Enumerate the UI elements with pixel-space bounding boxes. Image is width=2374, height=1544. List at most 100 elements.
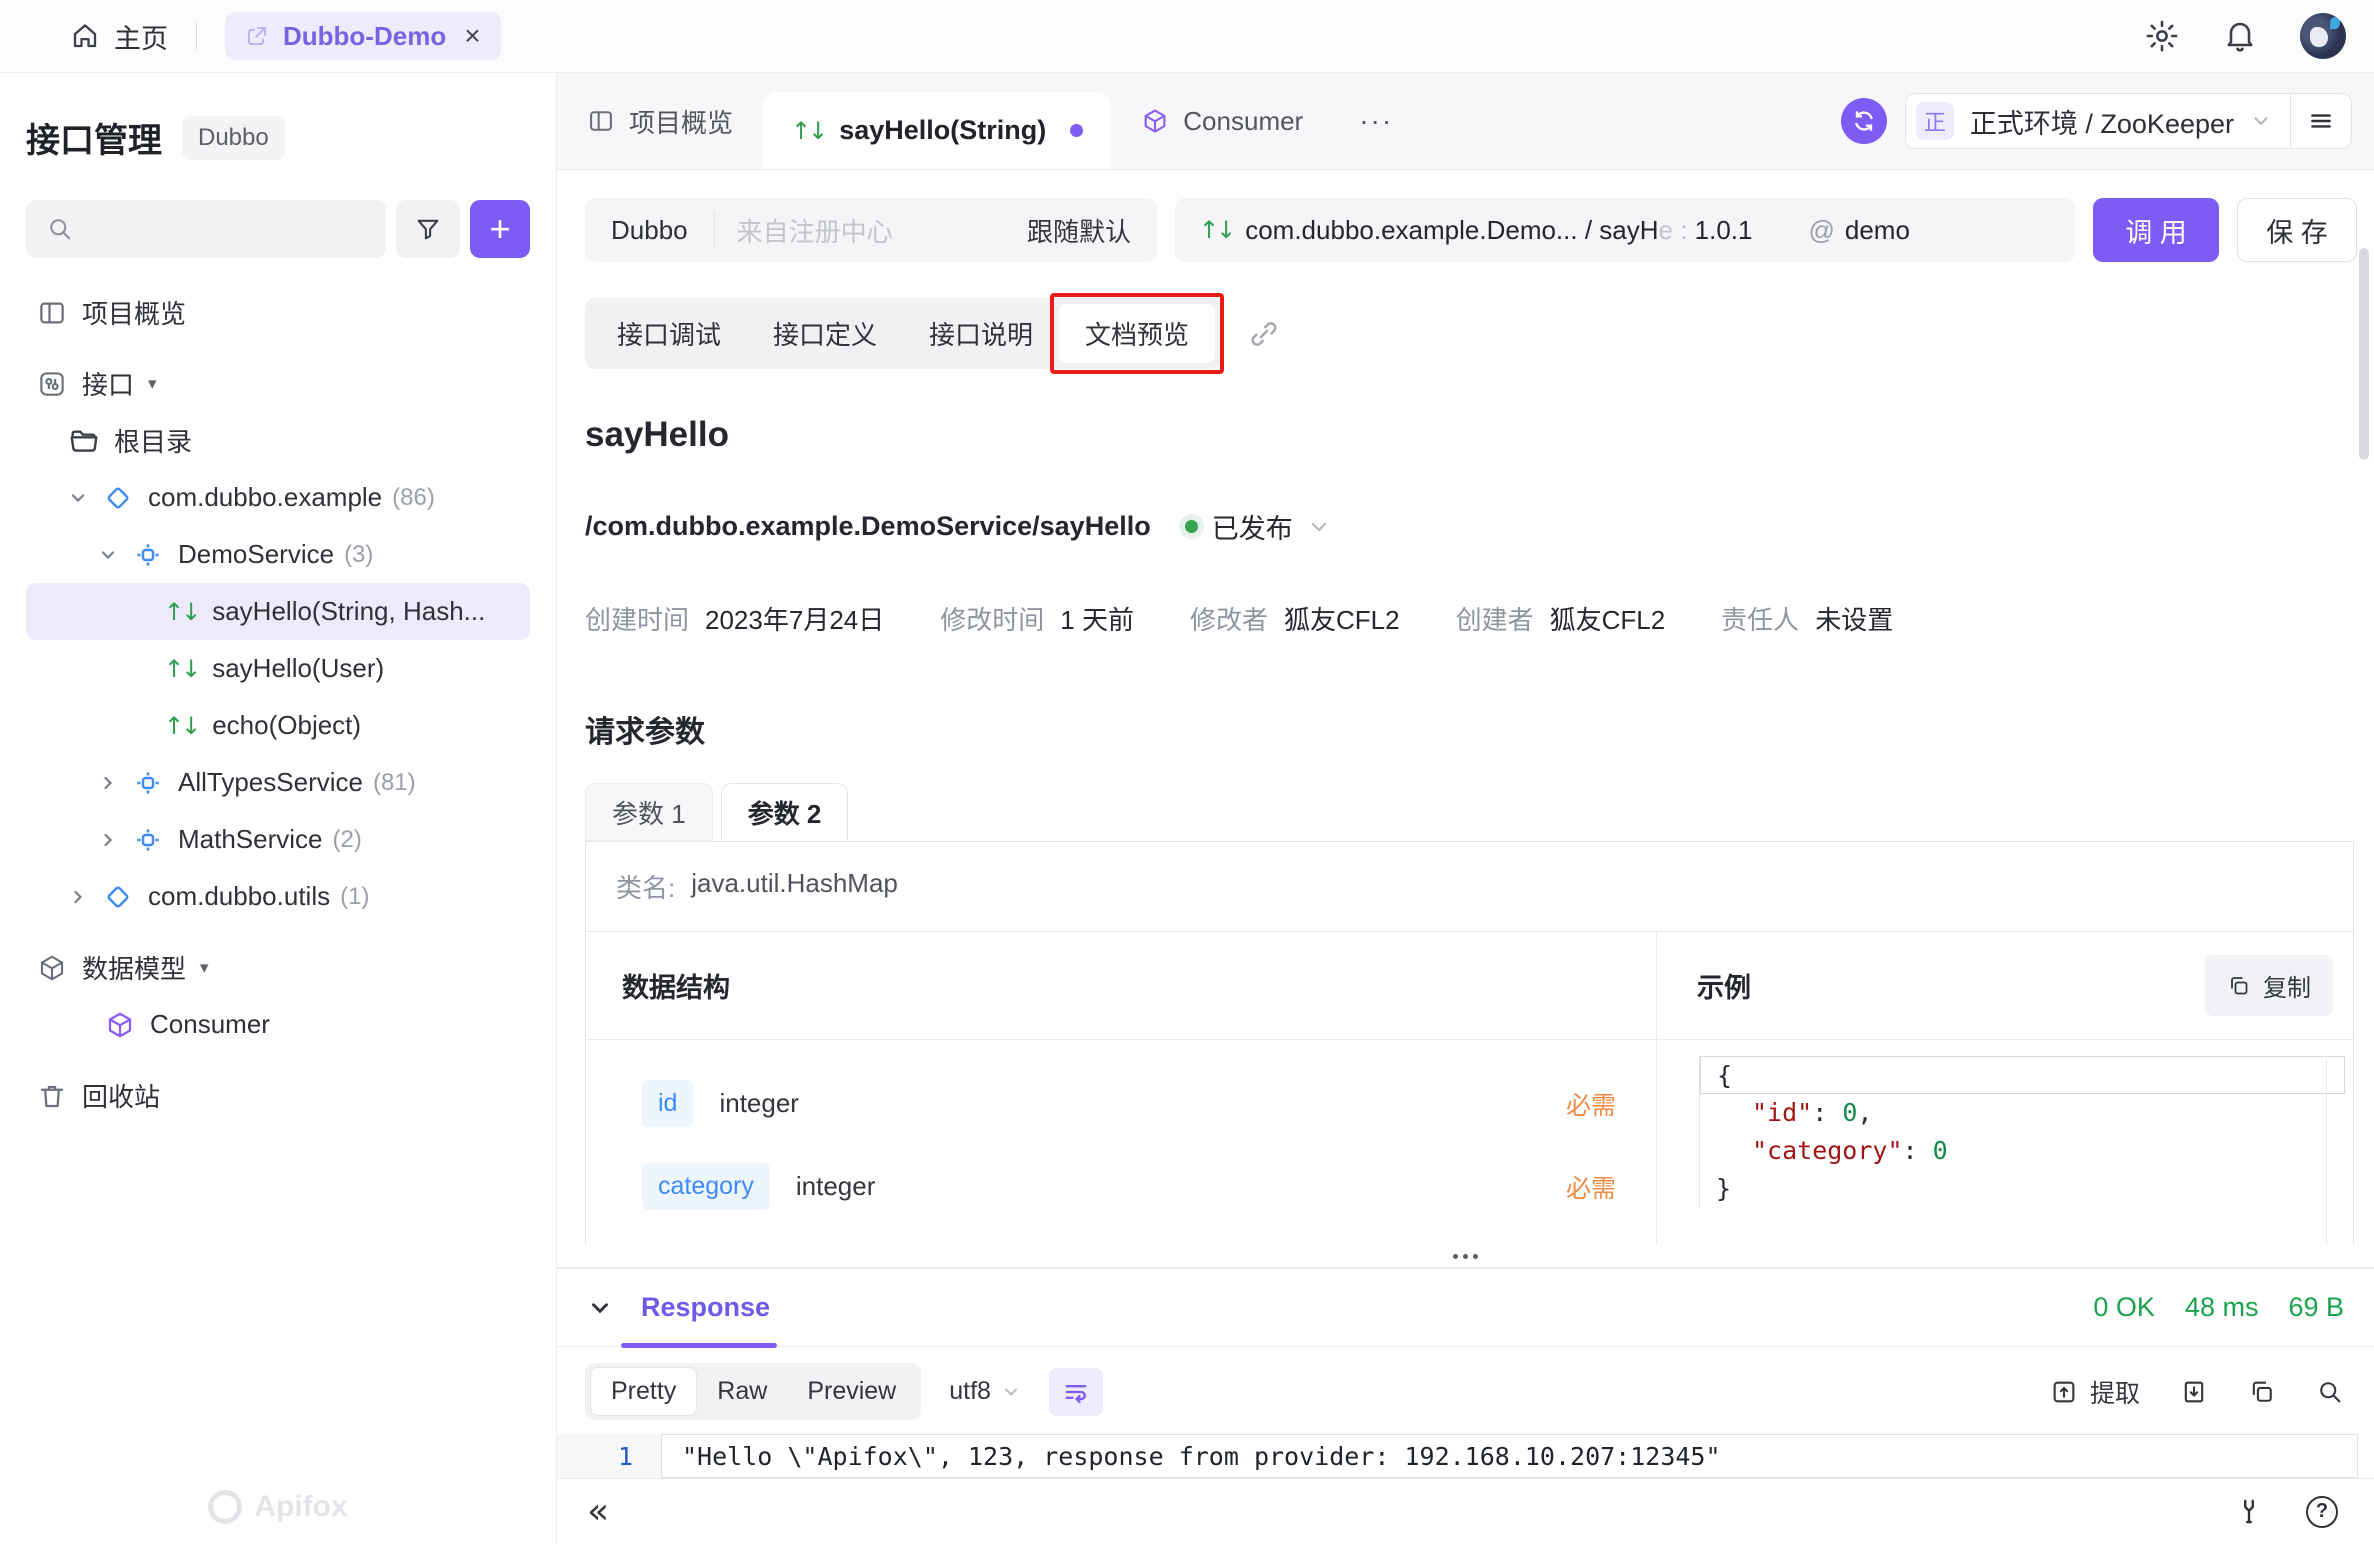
chevron-right-icon[interactable] xyxy=(98,830,126,850)
service-path-input[interactable]: ↑↓ com.dubbo.example.Demo... / sayHe : 1… xyxy=(1175,198,2075,262)
bell-icon[interactable] xyxy=(2222,18,2258,54)
tab-api-debug[interactable]: 接口调试 xyxy=(591,304,747,363)
unsaved-dot xyxy=(1070,124,1083,137)
response-time: 48 ms xyxy=(2185,1292,2259,1323)
api-path-row: /com.dubbo.example.DemoService/sayHello … xyxy=(585,507,2354,546)
caret-down-icon[interactable]: ▾ xyxy=(200,958,209,978)
tab-api-definition[interactable]: 接口定义 xyxy=(747,304,903,363)
follow-default-select[interactable]: 跟随默认 xyxy=(1001,212,1157,249)
response-tab[interactable]: Response xyxy=(641,1292,770,1323)
folder-icon xyxy=(68,425,100,457)
sidebar-item-root-folder[interactable]: 根目录 xyxy=(26,412,530,469)
response-header: Response 0 OK 48 ms 69 B xyxy=(557,1269,2374,1347)
publish-status[interactable]: 已发布 xyxy=(1185,507,1331,546)
response-toolbar: Pretty Raw Preview utf8 提取 xyxy=(585,1363,2344,1420)
sidebar-item-echo-object[interactable]: ↑↓ echo(Object) xyxy=(26,697,530,754)
help-icon[interactable]: ? xyxy=(2306,1496,2338,1528)
example-code[interactable]: { "id": 0, "category": 0 } xyxy=(1699,1056,2345,1208)
encoding-select[interactable]: utf8 xyxy=(949,1377,1021,1406)
link-icon[interactable] xyxy=(1249,319,1279,349)
copy-button[interactable]: 复制 xyxy=(2205,955,2333,1016)
sidebar-item-com-dubbo-utils[interactable]: com.dubbo.utils (1) xyxy=(26,868,530,925)
at-sign: @ xyxy=(1808,215,1834,246)
avatar[interactable] xyxy=(2300,13,2346,59)
tab-preview[interactable]: Preview xyxy=(787,1368,916,1415)
tab-api-description[interactable]: 接口说明 xyxy=(903,304,1059,363)
sidebar-tree: 项目概览 接口 ▾ 根目录 com.dubbo.example (86) xyxy=(26,284,530,1124)
tab-project-overview[interactable]: 项目概览 xyxy=(557,73,763,169)
sidebar-item-alltypesservice[interactable]: AllTypesService (81) xyxy=(26,754,530,811)
extract-button[interactable]: 提取 xyxy=(2050,1374,2140,1410)
chevron-down-icon xyxy=(1001,1382,1021,1402)
more-tabs-button[interactable]: ··· xyxy=(1333,73,1419,169)
sidebar-item-data-models[interactable]: 数据模型 ▾ xyxy=(26,939,530,996)
class-name-row: 类名: java.util.HashMap xyxy=(586,842,2353,932)
add-button[interactable]: + xyxy=(470,200,530,258)
word-wrap-icon xyxy=(1062,1378,1090,1406)
example-column: 示例 复制 { "id": 0, "category": 0 } xyxy=(1657,932,2353,1245)
field-name: category xyxy=(642,1163,770,1210)
panel-resize-handle[interactable] xyxy=(557,1245,2374,1267)
response-actions: 提取 xyxy=(2050,1374,2344,1410)
sync-button[interactable] xyxy=(1841,98,1887,144)
filter-icon xyxy=(414,215,442,243)
request-bar: Dubbo 来自注册中心 跟随默认 ↑↓ com.dubbo.example.D… xyxy=(557,170,2374,262)
close-icon[interactable]: × xyxy=(464,22,480,50)
sidebar-item-demoservice[interactable]: DemoService (3) xyxy=(26,526,530,583)
gear-icon[interactable] xyxy=(2144,18,2180,54)
caret-down-icon[interactable]: ▾ xyxy=(148,374,157,394)
collapse-chevron-icon[interactable] xyxy=(587,1295,613,1321)
word-wrap-button[interactable] xyxy=(1049,1368,1103,1416)
chevron-down-icon[interactable] xyxy=(68,488,96,508)
line-number: 1 xyxy=(557,1434,661,1478)
tab-param-2[interactable]: 参数 2 xyxy=(721,783,849,841)
home-button[interactable]: 主页 xyxy=(70,17,168,56)
meta-owner: 责任人未设置 xyxy=(1721,600,1893,637)
service-icon xyxy=(132,825,164,855)
tab-doc-preview[interactable]: 文档预览 xyxy=(1059,304,1215,363)
chevron-right-icon[interactable] xyxy=(98,773,126,793)
field-type: integer xyxy=(796,1171,876,1202)
tool-icon[interactable] xyxy=(2234,1497,2264,1527)
chevron-down-icon[interactable] xyxy=(98,545,126,565)
sidebar-item-sayhello-string-hash[interactable]: ↑↓ sayHello(String, Hash... xyxy=(26,583,530,640)
sidebar-item-trash[interactable]: 回收站 xyxy=(26,1067,530,1124)
search-icon[interactable] xyxy=(2316,1378,2344,1406)
registry-input[interactable]: 来自注册中心 xyxy=(715,212,1001,249)
search-input[interactable] xyxy=(26,200,386,258)
tab-raw[interactable]: Raw xyxy=(697,1368,787,1415)
home-icon xyxy=(70,21,100,51)
cube-icon xyxy=(36,953,68,983)
invoke-button[interactable]: 调 用 xyxy=(2093,198,2219,262)
subtabs-row: 接口调试 接口定义 接口说明 文档预览 xyxy=(585,298,2354,369)
data-structure-header: 数据结构 xyxy=(586,932,1656,1040)
environment-selector[interactable]: 正 正式环境 / ZooKeeper xyxy=(1905,93,2352,149)
scrollbar-thumb[interactable] xyxy=(2359,248,2369,460)
sidebar-item-sayhello-user[interactable]: ↑↓ sayHello(User) xyxy=(26,640,530,697)
sidebar-item-project-overview[interactable]: 项目概览 xyxy=(26,284,530,341)
service-icon xyxy=(132,768,164,798)
tab-sayhello-string[interactable]: ↑↓ sayHello(String) xyxy=(763,92,1111,169)
protocol-select[interactable]: Dubbo xyxy=(585,215,714,246)
tab-consumer[interactable]: Consumer xyxy=(1111,73,1333,169)
env-menu-button[interactable] xyxy=(2291,93,2351,149)
sidebar-item-com-dubbo-example[interactable]: com.dubbo.example (86) xyxy=(26,469,530,526)
collapse-sidebar-icon[interactable]: « xyxy=(587,1494,609,1530)
environment-controls: 正 正式环境 / ZooKeeper xyxy=(1841,93,2352,149)
copy-icon[interactable] xyxy=(2248,1378,2276,1406)
chevron-right-icon[interactable] xyxy=(68,887,96,907)
tab-param-1[interactable]: 参数 1 xyxy=(585,783,713,841)
project-tab[interactable]: Dubbo-Demo × xyxy=(225,12,501,60)
sidebar-item-mathservice[interactable]: MathService (2) xyxy=(26,811,530,868)
tab-pretty[interactable]: Pretty xyxy=(590,1367,697,1416)
protocol-badge: Dubbo xyxy=(182,116,285,160)
filter-button[interactable] xyxy=(396,200,460,258)
sidebar-item-consumer-model[interactable]: Consumer xyxy=(26,996,530,1053)
meta-modified: 修改时间1 天前 xyxy=(940,600,1134,637)
download-icon[interactable] xyxy=(2180,1378,2208,1406)
save-button[interactable]: 保 存 xyxy=(2237,198,2357,262)
body: 接口管理 Dubbo + 项目概览 接口 xyxy=(0,73,2374,1544)
response-body[interactable]: 1 "Hello \"Apifox\", 123, response from … xyxy=(557,1434,2374,1478)
package-diamond-icon xyxy=(102,483,134,513)
sidebar-item-apis[interactable]: 接口 ▾ xyxy=(26,355,530,412)
